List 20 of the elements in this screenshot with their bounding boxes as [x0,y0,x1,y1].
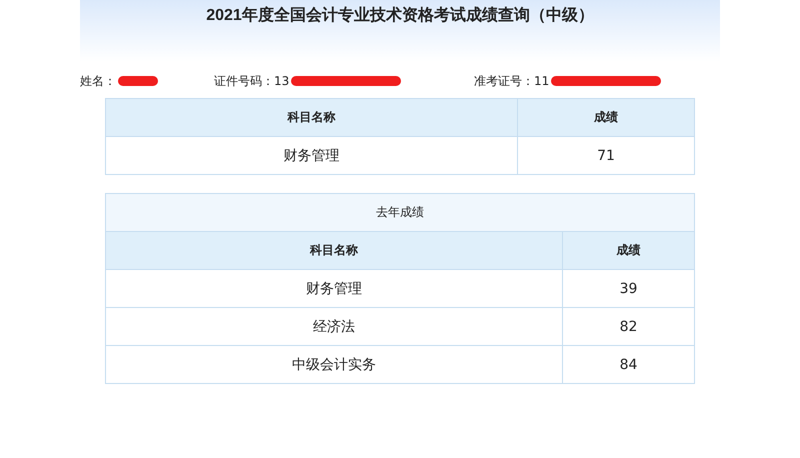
column-header: 成绩 [616,242,642,259]
table-cell-text: 82 [618,318,638,336]
table-cell: 中级会计实务 [106,346,563,383]
table-cell: 财务管理 [106,270,563,307]
column-header: 科目名称 [106,232,563,269]
field-value: 13 [274,74,290,88]
table-caption: 去年成绩 [106,194,694,231]
table-cell: 财务管理 [106,137,518,174]
page-title: 2021年度全国会计专业技术资格考试成绩查询（中级） [206,5,594,26]
table-cell: 经济法 [106,308,563,345]
redaction-mark [118,75,158,87]
table-cell-text: 71 [596,146,616,166]
field-label: 姓名： [80,72,116,90]
column-header: 成绩 [593,109,619,126]
field-label: 准考证号： [474,72,534,90]
field-label: 证件号码： [214,72,274,90]
table-cell-text: 39 [618,280,638,298]
table-cell-text: 84 [618,356,638,374]
column-header: 科目名称 [106,99,518,136]
field-value: 11 [534,74,550,88]
